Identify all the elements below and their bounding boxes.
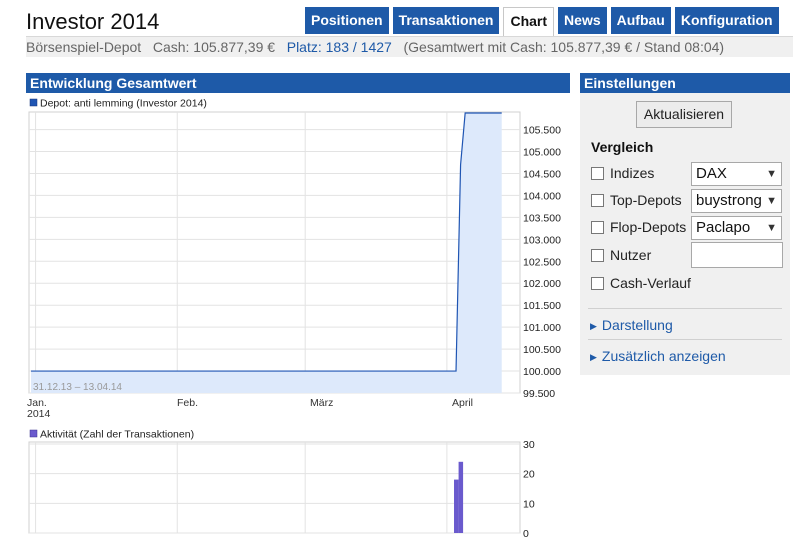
- value-y-tick-label: 102.000: [523, 278, 561, 290]
- value-y-tick-label: 103.500: [523, 212, 561, 224]
- value-y-tick-label: 100.000: [523, 366, 561, 378]
- cash-value: Cash: 105.877,39 €: [152, 39, 276, 55]
- x-tick-april: April: [452, 397, 473, 409]
- top-depots-checkbox[interactable]: [591, 194, 604, 207]
- indizes-label: Indizes: [610, 165, 655, 181]
- total-value: (Gesamtwert mit Cash: 105.877,39 € / Sta…: [403, 39, 725, 55]
- activity-y-tick-label: 20: [523, 469, 535, 481]
- legend-swatch-depot: [29, 98, 38, 107]
- legend-swatch-activity: [29, 429, 38, 438]
- top-depots-select-value: buystrong: [696, 192, 762, 209]
- indizes-select[interactable]: DAX ▼: [691, 162, 782, 186]
- legend-depot: Depot: anti lemming (Investor 2014): [40, 98, 207, 110]
- x-tick-feb: Feb.: [177, 397, 198, 409]
- value-y-tick-label: 101.500: [523, 300, 561, 312]
- legend-activity: Aktivität (Zahl der Transaktionen): [40, 429, 194, 441]
- tab-aufbau[interactable]: Aufbau: [610, 7, 671, 34]
- tab-konfiguration[interactable]: Konfiguration: [674, 7, 779, 34]
- chevron-down-icon: ▼: [766, 168, 777, 180]
- settings-panel: Aktualisieren Vergleich Indizes DAX ▼ To…: [580, 93, 790, 375]
- value-y-tick-label: 105.500: [523, 125, 561, 137]
- triangle-right-icon: ▶: [590, 321, 597, 331]
- value-chart-y-axis: 99.500 100.000 100.500 101.000 101.500 102.00…: [523, 125, 561, 400]
- activity-chart-frame: [28, 441, 521, 534]
- activity-bar: [458, 461, 464, 533]
- value-y-tick-label: 99.500: [523, 388, 555, 400]
- value-y-tick-label: 104.500: [523, 168, 561, 180]
- nutzer-input[interactable]: [691, 242, 783, 268]
- tab-news[interactable]: News: [558, 7, 607, 34]
- indizes-checkbox[interactable]: [591, 167, 604, 180]
- value-y-tick-label: 102.500: [523, 256, 561, 268]
- activity-chart-y-axis: 0 10 20 30: [523, 439, 535, 540]
- indizes-select-value: DAX: [696, 165, 727, 182]
- platz-link[interactable]: Platz:: [287, 39, 322, 55]
- tab-bar: Positionen Transaktionen Chart News Aufb…: [305, 7, 783, 36]
- compare-row-nutzer: Nutzer: [591, 242, 786, 268]
- settings-divider: [588, 308, 782, 309]
- top-depots-select[interactable]: buystrong ▼: [691, 189, 782, 213]
- chevron-down-icon: ▼: [766, 222, 777, 234]
- top-depots-label: Top-Depots: [610, 192, 682, 208]
- activity-y-tick-label: 10: [523, 498, 535, 510]
- x-tick-jan: Jan. 2014: [27, 397, 51, 420]
- zusaetzlich-label: Zusätzlich anzeigen: [601, 348, 726, 364]
- x-tick-maerz: März: [310, 397, 333, 409]
- zusaetzlich-expander[interactable]: ▶ Zusätzlich anzeigen: [590, 348, 726, 364]
- value-chart-frame: [28, 111, 521, 394]
- value-y-tick-label: 100.500: [523, 344, 561, 356]
- tab-chart[interactable]: Chart: [503, 7, 555, 36]
- value-y-tick-label: 101.000: [523, 322, 561, 334]
- cash-verlauf-checkbox[interactable]: [591, 277, 604, 290]
- value-y-tick-label: 103.000: [523, 234, 561, 246]
- tab-transaktionen[interactable]: Transaktionen: [392, 7, 500, 34]
- value-y-tick-label: 104.000: [523, 190, 561, 202]
- triangle-right-icon: ▶: [590, 352, 597, 362]
- activity-y-tick-label: 0: [523, 528, 529, 540]
- date-range-annotation: 31.12.13 – 13.04.14: [33, 382, 122, 393]
- chevron-down-icon: ▼: [766, 195, 777, 207]
- nutzer-checkbox[interactable]: [591, 249, 604, 262]
- nutzer-label: Nutzer: [610, 247, 652, 263]
- compare-row-flop-depots: Flop-Depots Paclapo ▼: [591, 216, 786, 240]
- activity-bar: [454, 479, 459, 533]
- platz-value[interactable]: 183 / 1427: [326, 39, 392, 55]
- settings-divider: [588, 339, 782, 340]
- flop-depots-checkbox[interactable]: [591, 221, 604, 234]
- darstellung-label: Darstellung: [601, 317, 673, 333]
- cash-verlauf-label: Cash-Verlauf: [610, 275, 691, 291]
- compare-row-cash: Cash-Verlauf: [591, 272, 786, 296]
- flop-depots-label: Flop-Depots: [610, 219, 687, 235]
- compare-heading: Vergleich: [591, 139, 654, 155]
- activity-y-tick-label: 30: [523, 439, 535, 451]
- compare-row-indizes: Indizes DAX ▼: [591, 162, 786, 186]
- page-title: Investor 2014: [26, 9, 160, 34]
- chart-section-header: Entwicklung Gesamtwert: [26, 73, 570, 93]
- value-y-tick-label: 105.000: [523, 147, 561, 159]
- settings-header: Einstellungen: [580, 73, 790, 93]
- charts-svg: Depot: anti lemming (Investor 2014) 99.5…: [27, 98, 561, 541]
- chart-panel: Depot: anti lemming (Investor 2014) 99.5…: [26, 93, 570, 560]
- depot-info-bar: Börsenspiel-Depot Cash: 105.877,39 € Pla…: [26, 36, 793, 57]
- compare-row-top-depots: Top-Depots buystrong ▼: [591, 189, 786, 213]
- tab-positionen[interactable]: Positionen: [305, 7, 389, 34]
- darstellung-expander[interactable]: ▶ Darstellung: [590, 317, 673, 333]
- update-button[interactable]: Aktualisieren: [636, 101, 732, 128]
- depot-type: Börsenspiel-Depot: [26, 39, 142, 55]
- flop-depots-select[interactable]: Paclapo ▼: [691, 216, 782, 240]
- flop-depots-select-value: Paclapo: [696, 219, 751, 236]
